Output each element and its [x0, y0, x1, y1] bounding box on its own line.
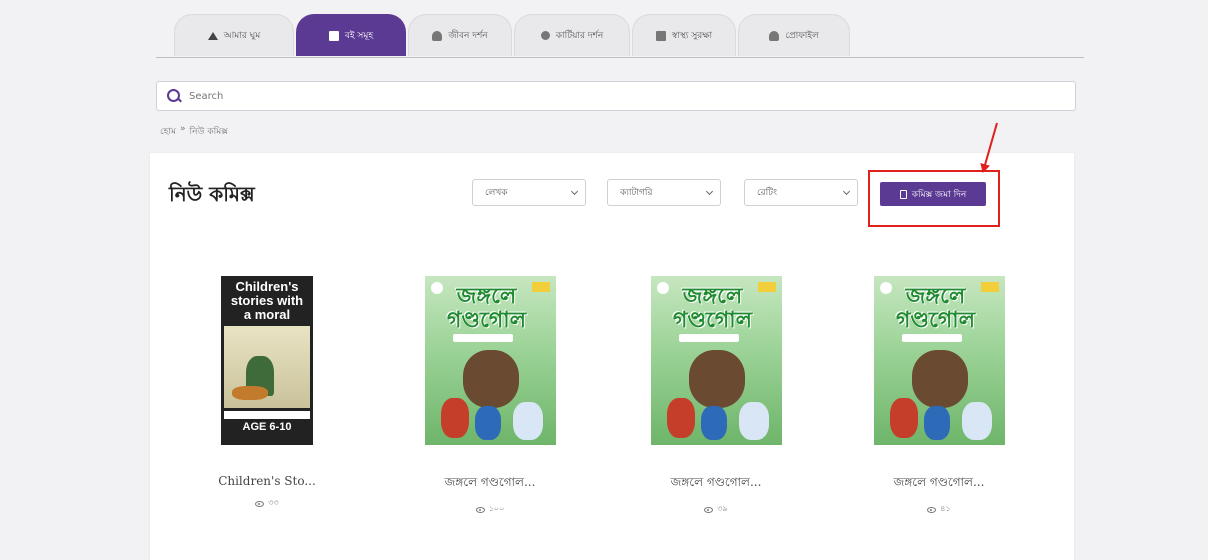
- breadcrumb-home[interactable]: হোম: [160, 124, 176, 139]
- category-filter[interactable]: ক্যাটাগরি: [607, 179, 721, 206]
- book-card[interactable]: Children's stories with a moral AGE 6-10…: [187, 276, 347, 510]
- breadcrumb-current: নিউ কমিক্স: [189, 127, 228, 137]
- book-card[interactable]: জঙ্গলে গণ্ডগোল জঙ্গলে গণ্ডগোল... ৩৯: [636, 276, 796, 516]
- author-filter-value: লেখক: [485, 188, 508, 198]
- book-views: ১০০: [410, 503, 570, 516]
- book-views: ৩৩: [187, 497, 347, 510]
- cover-text: Children's: [235, 279, 299, 294]
- cover-age: AGE 6-10: [242, 421, 292, 433]
- tab-label: কার্টিয়ার দর্শন: [555, 31, 604, 41]
- tab-life-philosophy[interactable]: জীবন দর্শন: [408, 14, 512, 56]
- cover-text: a moral: [243, 307, 291, 322]
- book-title[interactable]: জঙ্গলে গণ্ডগোল...: [859, 474, 1019, 494]
- tab-health[interactable]: স্বাস্থ্য সুরক্ষা: [632, 14, 736, 56]
- cover-text: stories with: [230, 293, 304, 308]
- cover-illustration: [661, 346, 772, 441]
- document-icon: [655, 30, 666, 41]
- tab-profile[interactable]: প্রোফাইল: [738, 14, 850, 56]
- main-tabs: আমার ঘুম বই সমূহ জীবন দর্শন কার্টিয়ার দ…: [174, 8, 864, 58]
- rating-filter-value: রেটিং: [757, 188, 777, 198]
- cover-illustration: [224, 326, 310, 408]
- tab-home[interactable]: আমার ঘুম: [174, 14, 294, 56]
- chevron-down-icon: [570, 187, 579, 196]
- chevron-down-icon: [705, 187, 714, 196]
- tab-label: স্বাস্থ্য সুরক্ষা: [671, 31, 713, 41]
- cover-subtitle-strip: [452, 334, 513, 342]
- profile-icon: [769, 30, 780, 41]
- cover-illustration: [435, 346, 546, 441]
- view-count: ৩৩: [268, 498, 279, 507]
- book-title[interactable]: জঙ্গলে গণ্ডগোল...: [636, 474, 796, 494]
- book-views: ৪১: [859, 503, 1019, 516]
- cover-subtitle-strip: [678, 334, 739, 342]
- tab-label: জীবন দর্শন: [448, 31, 488, 41]
- book-cover[interactable]: জঙ্গলে গণ্ডগোল: [650, 276, 782, 445]
- search-icon[interactable]: [167, 89, 181, 103]
- book-cover[interactable]: জঙ্গলে গণ্ডগোল: [424, 276, 556, 445]
- book-card[interactable]: জঙ্গলে গণ্ডগোল জঙ্গলে গণ্ডগোল... ৪১: [859, 276, 1019, 516]
- cover-subtitle-strip: [901, 334, 962, 342]
- tab-label: আমার ঘুম: [223, 31, 261, 41]
- rating-filter[interactable]: রেটিং: [744, 179, 858, 206]
- breadcrumb-separator: »: [180, 124, 186, 134]
- category-filter-value: ক্যাটাগরি: [620, 188, 653, 198]
- eye-icon: [927, 506, 937, 513]
- book-cover[interactable]: Children's stories with a moral AGE 6-10: [221, 276, 313, 445]
- chevron-down-icon: [842, 187, 851, 196]
- tab-label: বই সমূহ: [344, 31, 374, 41]
- home-icon: [207, 31, 218, 40]
- page-title: নিউ কমিক্স: [169, 182, 255, 206]
- person-icon: [540, 31, 550, 40]
- view-count: ৪১: [940, 504, 951, 513]
- search-bar: [156, 81, 1076, 111]
- tab-label: প্রোফাইল: [785, 31, 819, 41]
- book-cover[interactable]: জঙ্গলে গণ্ডগোল: [873, 276, 1005, 445]
- cover-author-strip: [224, 411, 310, 419]
- tab-books[interactable]: বই সমূহ: [296, 14, 406, 56]
- view-count: ১০০: [488, 504, 505, 513]
- book-views: ৩৯: [636, 503, 796, 516]
- breadcrumb: হোম » নিউ কমিক্স: [160, 124, 228, 139]
- eye-icon: [704, 506, 714, 513]
- cover-illustration: [884, 346, 995, 441]
- book-title[interactable]: Children's Sto...: [187, 474, 347, 488]
- book-title[interactable]: জঙ্গলে গণ্ডগোল...: [410, 474, 570, 494]
- tab-divider: [156, 57, 1084, 58]
- view-count: ৩৯: [717, 504, 728, 513]
- person-icon: [432, 30, 443, 41]
- search-input[interactable]: [189, 90, 1049, 102]
- eye-icon: [255, 500, 265, 507]
- book-icon: [328, 30, 339, 41]
- author-filter[interactable]: লেখক: [472, 179, 586, 206]
- book-card[interactable]: জঙ্গলে গণ্ডগোল জঙ্গলে গণ্ডগোল... ১০০: [410, 276, 570, 516]
- eye-icon: [475, 506, 485, 513]
- annotation-highlight-box: [868, 170, 1000, 227]
- tab-career[interactable]: কার্টিয়ার দর্শন: [514, 14, 630, 56]
